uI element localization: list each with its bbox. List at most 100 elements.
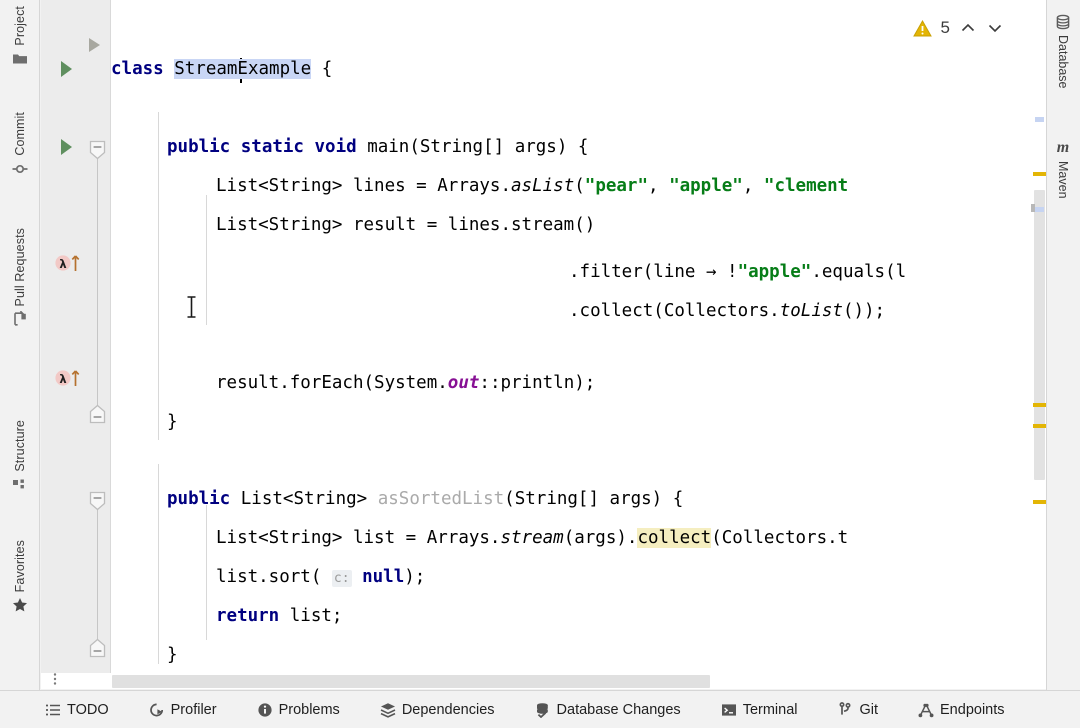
fold-collapse-icon[interactable] — [89, 491, 106, 511]
indent-guide — [158, 464, 159, 664]
run-class-gutter-icon[interactable] — [61, 61, 72, 77]
editor-vertical-scrollbar[interactable] — [1033, 0, 1046, 660]
scrollbar-thumb[interactable] — [1034, 190, 1045, 480]
code-token: .collect(Collectors. — [569, 301, 780, 321]
sidebar-item-pull-requests[interactable]: Pull Requests — [0, 228, 40, 327]
bottom-item-label: Git — [859, 702, 878, 718]
bottom-item-todo[interactable]: TODO — [36, 691, 118, 728]
code-editor[interactable]: λ λ — [41, 0, 1046, 675]
code-token: List<String> list = Arrays. — [216, 528, 500, 548]
code-line: public List<String> asSortedList(String[… — [167, 480, 683, 519]
code-token: collect — [637, 528, 711, 548]
fold-collapse-icon[interactable] — [89, 404, 106, 424]
bottom-item-endpoints[interactable]: Endpoints — [909, 691, 1014, 728]
fold-collapse-icon[interactable] — [89, 140, 106, 160]
inspection-widget[interactable]: 5 — [913, 16, 1004, 40]
code-token: (Collectors.t — [711, 528, 848, 548]
code-token: ()); — [843, 301, 885, 321]
code-token — [352, 567, 363, 587]
code-token: class — [111, 59, 174, 79]
code-token: List<String> result = lines.stream() — [216, 215, 595, 235]
folder-icon — [12, 51, 28, 67]
code-token: ::println); — [479, 373, 595, 393]
bottom-item-label: TODO — [67, 702, 109, 718]
chevron-up-icon[interactable] — [959, 19, 977, 37]
code-line: List<String> lines = Arrays.asList("pear… — [216, 167, 848, 206]
sidebar-item-maven[interactable]: m Maven — [1046, 140, 1080, 199]
scrollbar-thumb[interactable] — [112, 675, 710, 688]
left-tool-window-bar: Project Commit Pull Requests — [0, 0, 40, 690]
parameter-hint[interactable]: c: — [332, 570, 352, 587]
editor-gutter[interactable]: λ λ — [41, 0, 111, 675]
code-token: , — [743, 176, 764, 196]
code-line: class StreamExample { — [111, 50, 332, 89]
error-stripe-selection — [1035, 117, 1044, 122]
bottom-item-dependencies[interactable]: Dependencies — [371, 691, 504, 728]
code-token: List<String> — [241, 489, 378, 509]
dependencies-icon — [380, 702, 396, 718]
bottom-tool-window-bar: TODO Profiler Problems — [0, 690, 1080, 728]
more-options-kebab-icon[interactable] — [48, 672, 62, 686]
code-token: .equals(l — [811, 262, 906, 282]
sidebar-item-label: Structure — [13, 420, 27, 472]
code-token: return — [216, 606, 290, 626]
problems-icon — [257, 702, 273, 718]
code-token: result.forEach(System. — [216, 373, 448, 393]
sidebar-item-favorites[interactable]: Favorites — [0, 540, 40, 613]
sidebar-item-database[interactable]: Database — [1046, 14, 1080, 89]
sidebar-item-structure[interactable]: Structure — [0, 420, 40, 493]
chevron-down-icon[interactable] — [986, 19, 1004, 37]
terminal-icon — [721, 702, 737, 718]
run-main-gutter-icon[interactable] — [61, 139, 72, 155]
code-token: } — [167, 645, 178, 665]
code-token: StreamExample — [174, 59, 311, 79]
indent-guide — [206, 505, 207, 640]
sidebar-item-commit[interactable]: Commit — [0, 112, 40, 177]
code-token: , — [648, 176, 669, 196]
endpoints-icon — [918, 702, 934, 718]
editor-horizontal-scrollbar[interactable] — [41, 673, 1046, 689]
text-ibeam-cursor — [186, 296, 197, 318]
code-text-area[interactable]: class StreamExample { public static void … — [111, 0, 1046, 675]
code-token: main(String[] args) { — [367, 137, 588, 157]
error-stripe-warning[interactable] — [1033, 424, 1046, 428]
bottom-item-terminal[interactable]: Terminal — [712, 691, 807, 728]
code-line: } — [167, 636, 178, 675]
lambda-implementation-icon[interactable]: λ — [55, 367, 85, 389]
code-token: (args). — [564, 528, 638, 548]
fold-rail — [97, 150, 98, 420]
bottom-item-profiler[interactable]: Profiler — [140, 691, 226, 728]
code-line: return list; — [216, 597, 342, 636]
fold-rail — [97, 500, 98, 655]
star-icon — [12, 597, 28, 613]
code-token: (String[] args) { — [504, 489, 683, 509]
structure-icon — [12, 477, 28, 493]
sidebar-item-label: Database — [1056, 35, 1070, 89]
code-line: result.forEach(System.out::println); — [216, 364, 595, 403]
warning-count: 5 — [941, 18, 950, 38]
code-token: null — [362, 567, 404, 587]
code-line: public static void main(String[] args) { — [167, 128, 588, 167]
bottom-item-git[interactable]: Git — [828, 691, 887, 728]
code-token: "apple" — [738, 262, 812, 282]
collapsed-triangle-icon[interactable] — [89, 38, 100, 52]
commit-icon — [12, 161, 28, 177]
error-stripe-selection — [1035, 207, 1044, 212]
error-stripe-warning[interactable] — [1033, 172, 1046, 176]
code-token: asList — [511, 176, 574, 196]
lambda-implementation-icon[interactable]: λ — [55, 252, 85, 274]
svg-text:λ: λ — [59, 257, 66, 271]
code-line: } — [167, 403, 178, 442]
error-stripe-warning[interactable] — [1033, 500, 1046, 504]
bottom-item-problems[interactable]: Problems — [248, 691, 349, 728]
ide-window: Project Commit Pull Requests — [0, 0, 1080, 728]
code-line: List<String> result = lines.stream() — [216, 206, 595, 245]
code-token: "pear" — [585, 176, 648, 196]
git-branch-icon — [837, 702, 853, 718]
error-stripe-caret — [1031, 204, 1035, 212]
bottom-item-database-changes[interactable]: Database Changes — [526, 691, 690, 728]
error-stripe-warning[interactable] — [1033, 403, 1046, 407]
code-line: List<String> list = Arrays.stream(args).… — [216, 519, 848, 558]
sidebar-item-project[interactable]: Project — [0, 6, 40, 67]
fold-collapse-icon[interactable] — [89, 638, 106, 658]
